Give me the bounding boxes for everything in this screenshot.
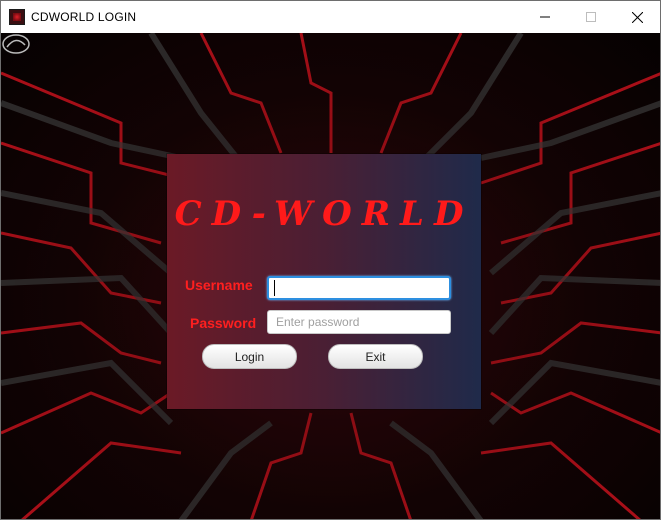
window-title: CDWORLD LOGIN (31, 10, 137, 24)
maximize-icon (586, 12, 596, 22)
window-controls (522, 1, 660, 33)
corner-logo-icon (2, 34, 30, 54)
password-label: Password (190, 315, 257, 331)
password-input[interactable] (267, 310, 451, 334)
brand-title: CD-WORLD (174, 194, 474, 234)
title-bar[interactable]: CDWORLD LOGIN (1, 1, 660, 33)
username-input[interactable] (267, 276, 451, 300)
maximize-button[interactable] (568, 1, 614, 33)
close-button[interactable] (614, 1, 660, 33)
minimize-icon (540, 16, 550, 18)
username-label: Username (185, 277, 253, 293)
app-icon (9, 9, 25, 25)
close-icon (631, 11, 643, 23)
exit-button[interactable]: Exit (328, 344, 423, 369)
text-caret (274, 280, 275, 296)
login-window: CDWORLD LOGIN CD-WORLD Username Password… (0, 0, 661, 520)
minimize-button[interactable] (522, 1, 568, 33)
login-button[interactable]: Login (202, 344, 297, 369)
